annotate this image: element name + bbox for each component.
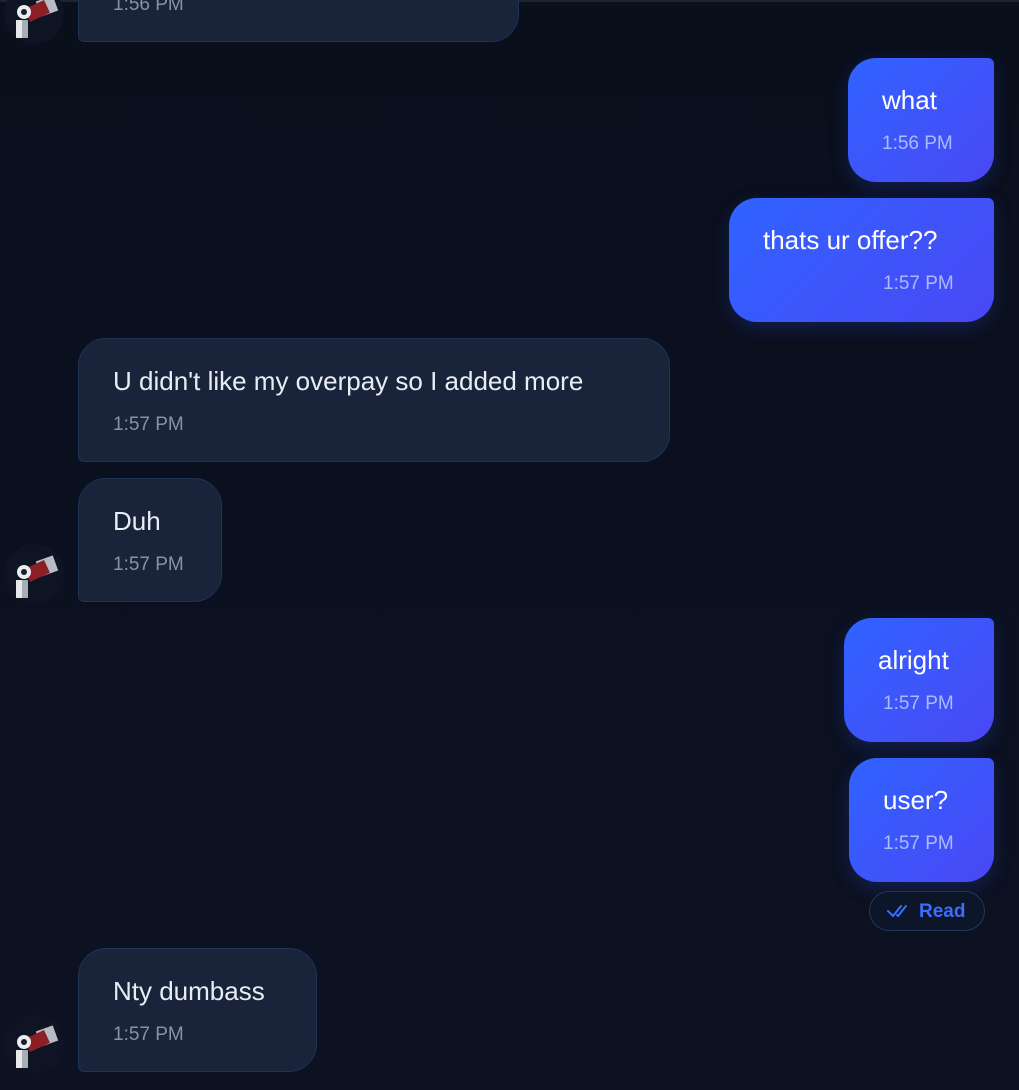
avatar-image [16, 1025, 59, 1068]
chat-thread: 1:56 PM what 1:56 PM thats ur offer?? 1:… [0, 0, 1019, 1090]
avatar-image [16, 555, 59, 598]
message-outgoing[interactable]: thats ur offer?? 1:57 PM [729, 198, 994, 322]
message-time: 1:56 PM [882, 133, 953, 154]
message-time: 1:56 PM [113, 0, 184, 15]
message-incoming[interactable]: Nty dumbass 1:57 PM [78, 948, 317, 1072]
message-time: 1:57 PM [883, 273, 954, 294]
message-incoming[interactable]: Duh 1:57 PM [78, 478, 222, 602]
message-time: 1:57 PM [113, 1024, 184, 1045]
message-text: what [882, 85, 937, 115]
message-text: alright [878, 645, 949, 675]
message-time: 1:57 PM [883, 693, 954, 714]
message-text: user? [883, 785, 949, 815]
double-check-icon [887, 905, 907, 917]
message-incoming[interactable]: U didn't like my overpay so I added more… [78, 338, 670, 462]
message-text: U didn't like my overpay so I added more [113, 366, 584, 396]
read-receipt-badge: Read [869, 891, 985, 931]
message-time: 1:57 PM [113, 414, 184, 435]
contact-avatar[interactable] [4, 1014, 64, 1074]
message-time: 1:57 PM [883, 833, 954, 854]
contact-avatar[interactable] [4, 544, 64, 604]
message-outgoing[interactable]: user? 1:57 PM [849, 758, 994, 882]
message-text: Nty dumbass [113, 976, 265, 1006]
message-outgoing[interactable]: alright 1:57 PM [844, 618, 994, 742]
read-receipt-label: Read [919, 901, 966, 922]
message-text: thats ur offer?? [763, 225, 938, 255]
avatar-image [16, 0, 59, 38]
contact-avatar[interactable] [4, 0, 64, 44]
message-incoming[interactable]: 1:56 PM [78, 0, 519, 42]
message-text: Duh [113, 506, 161, 536]
message-outgoing[interactable]: what 1:56 PM [848, 58, 994, 182]
message-time: 1:57 PM [113, 554, 184, 575]
